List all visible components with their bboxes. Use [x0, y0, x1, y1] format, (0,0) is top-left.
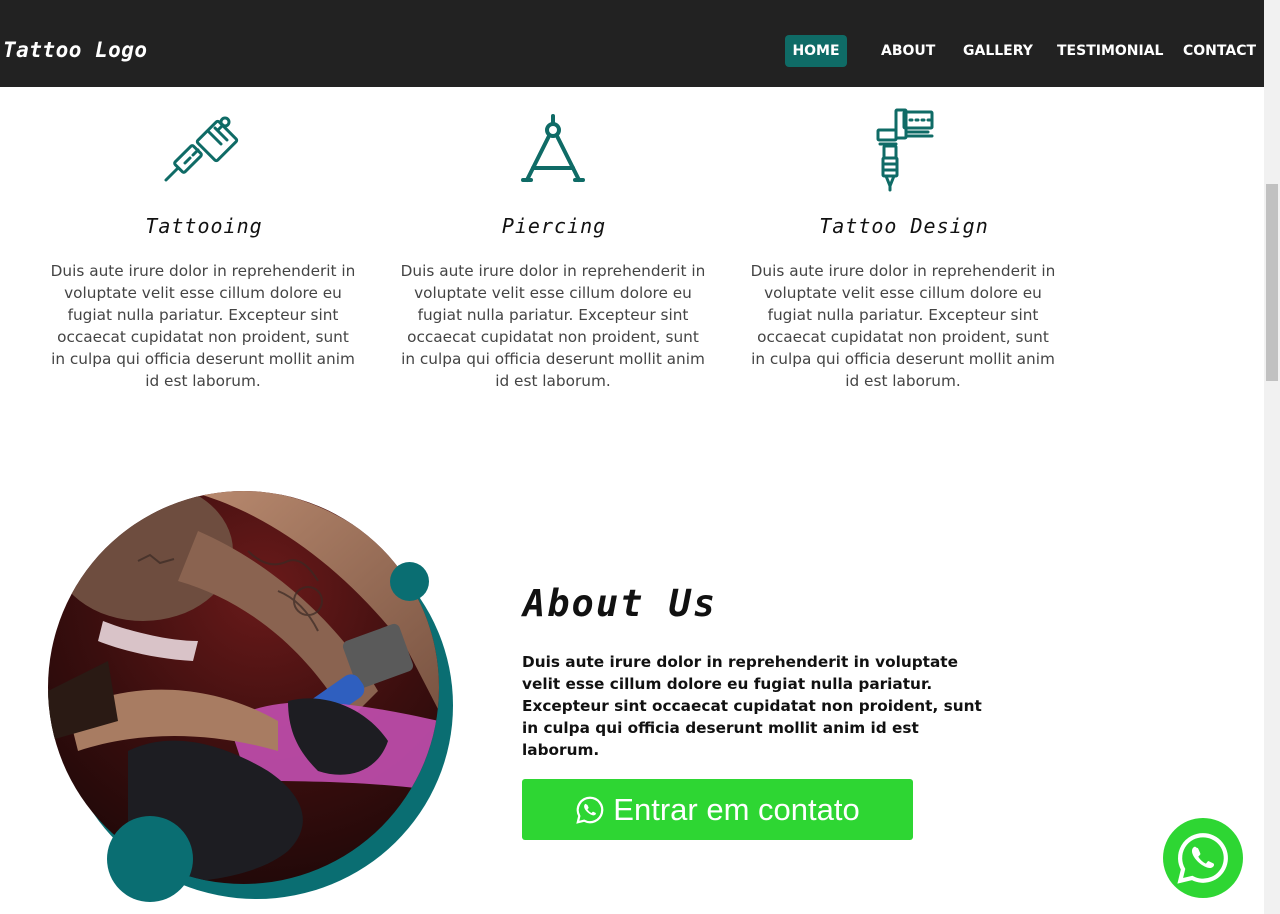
- nav-home[interactable]: HOME: [785, 35, 847, 67]
- tattoo-artist-photo: [48, 491, 439, 884]
- about-title: About Us: [523, 582, 718, 625]
- contact-whatsapp-button[interactable]: Entrar em contato: [522, 779, 913, 840]
- service-title: Piercing: [501, 214, 607, 238]
- service-title: Tattoo Design: [819, 214, 989, 238]
- decorative-dot: [107, 816, 193, 902]
- whatsapp-icon: [1177, 833, 1228, 884]
- decorative-dot: [390, 562, 429, 601]
- service-description: Duis aute irure dolor in reprehenderit i…: [750, 262, 1056, 390]
- tattoo-gun-icon: [876, 108, 934, 192]
- floating-whatsapp-button[interactable]: [1163, 818, 1243, 898]
- scrollbar-thumb[interactable]: [1266, 184, 1278, 381]
- tattoo-machine-icon: [164, 116, 239, 182]
- nav-contact[interactable]: CONTACT: [1183, 35, 1256, 67]
- service-title: Tattooing: [145, 214, 263, 238]
- service-description: Duis aute irure dolor in reprehenderit i…: [50, 262, 356, 390]
- navbar: Tattoo Logo HOME ABOUT GALLERY TESTIMONI…: [0, 0, 1264, 87]
- service-description: Duis aute irure dolor in reprehenderit i…: [400, 262, 706, 390]
- whatsapp-icon: [576, 796, 604, 824]
- nav-testimonial[interactable]: TESTIMONIAL: [1057, 35, 1163, 67]
- site-logo[interactable]: Tattoo Logo: [3, 38, 148, 62]
- about-description: Duis aute irure dolor in reprehenderit i…: [522, 653, 982, 759]
- nav-gallery[interactable]: GALLERY: [963, 35, 1033, 67]
- compass-icon: [521, 114, 585, 182]
- page-scrollbar[interactable]: [1264, 0, 1280, 914]
- nav-about[interactable]: ABOUT: [881, 35, 935, 67]
- contact-button-label: Entrar em contato: [613, 791, 860, 827]
